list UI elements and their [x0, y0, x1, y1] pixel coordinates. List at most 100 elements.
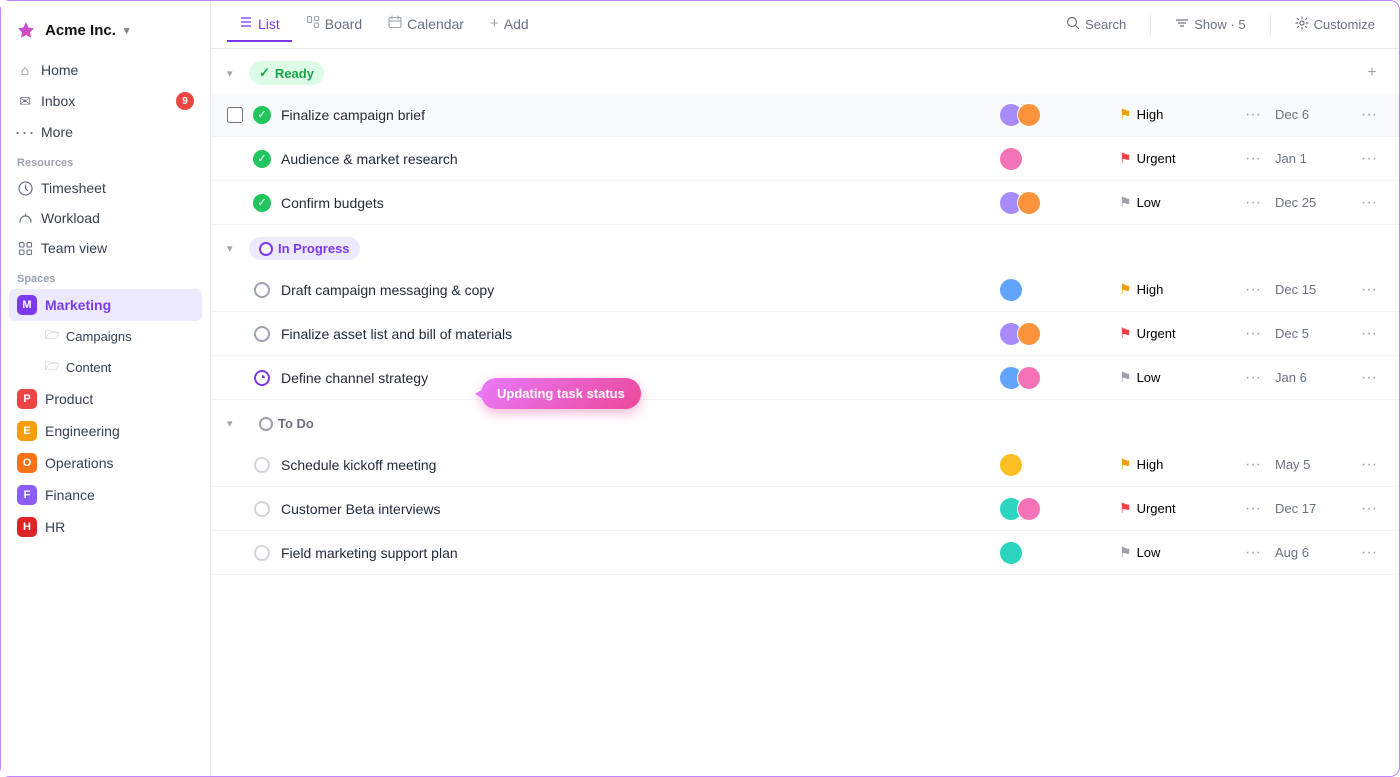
- ready-chevron[interactable]: ▾: [227, 67, 241, 80]
- task-more-t6[interactable]: ···: [1239, 369, 1267, 387]
- table-row[interactable]: Draft campaign messaging & copy ⚑ High ·…: [211, 268, 1399, 312]
- group-badge-in-progress[interactable]: In Progress: [249, 237, 360, 260]
- sidebar-item-home-label: Home: [41, 62, 78, 78]
- sidebar-item-more[interactable]: ··· More: [9, 117, 202, 147]
- inprogress-circle-icon: [259, 242, 273, 256]
- search-label: Search: [1085, 17, 1126, 32]
- task-avatars-t3: [999, 191, 1059, 215]
- avatar: [999, 453, 1023, 477]
- task-actions-t4[interactable]: ···: [1355, 281, 1383, 299]
- home-icon: ⌂: [17, 62, 33, 78]
- list-icon: [239, 15, 253, 32]
- todo-chevron[interactable]: ▾: [227, 417, 241, 430]
- app-chevron: ▾: [124, 24, 130, 37]
- task-status-circle9[interactable]: [253, 544, 271, 562]
- flag-icon: ⚑: [1119, 544, 1132, 561]
- task-status-open4[interactable]: [253, 281, 271, 299]
- task-checkbox-t1[interactable]: [227, 107, 243, 123]
- task-actions-t7[interactable]: ···: [1355, 456, 1383, 474]
- table-row[interactable]: ✓ Finalize campaign brief ⚑ High ··· Dec…: [211, 93, 1399, 137]
- table-row[interactable]: Customer Beta interviews ⚑ Urgent ··· De…: [211, 487, 1399, 531]
- task-actions-t9[interactable]: ···: [1355, 544, 1383, 562]
- task-actions-t1[interactable]: ···: [1355, 106, 1383, 124]
- sidebar-item-teamview[interactable]: Team view: [9, 233, 202, 263]
- sidebar-item-hr[interactable]: H HR: [9, 511, 202, 543]
- task-actions-t2[interactable]: ···: [1355, 150, 1383, 168]
- task-more-t7[interactable]: ···: [1239, 456, 1267, 474]
- task-status-done3[interactable]: ✓: [253, 194, 271, 212]
- task-more-t1[interactable]: ···: [1239, 106, 1267, 124]
- group-badge-ready[interactable]: ✓ Ready: [249, 61, 324, 85]
- priority-label-t8: Urgent: [1137, 501, 1176, 516]
- task-actions-t6[interactable]: ···: [1355, 369, 1383, 387]
- task-more-t9[interactable]: ···: [1239, 544, 1267, 562]
- task-status-done[interactable]: ✓: [253, 106, 271, 124]
- sidebar-item-marketing[interactable]: M Marketing: [9, 289, 202, 321]
- app-title: Acme Inc.: [45, 22, 116, 39]
- avatar: [999, 541, 1023, 565]
- table-row[interactable]: Field marketing support plan ⚑ Low ··· A…: [211, 531, 1399, 575]
- search-action[interactable]: Search: [1058, 12, 1134, 37]
- logo-icon: [15, 19, 37, 41]
- timesheet-icon: [17, 180, 33, 196]
- avatar: [999, 278, 1023, 302]
- show-label: Show · 5: [1194, 17, 1245, 32]
- tab-add[interactable]: + Add: [478, 7, 541, 42]
- workload-icon: [17, 210, 33, 226]
- sidebar-item-home[interactable]: ⌂ Home: [9, 55, 202, 85]
- task-status-circle8[interactable]: [253, 500, 271, 518]
- teamview-icon: [17, 240, 33, 256]
- sidebar-item-campaigns[interactable]: 🗁 Campaigns: [37, 321, 202, 352]
- task-more-t5[interactable]: ···: [1239, 325, 1267, 343]
- sidebar-item-finance[interactable]: F Finance: [9, 479, 202, 511]
- sidebar-item-engineering[interactable]: E Engineering: [9, 415, 202, 447]
- ready-add-button[interactable]: +: [1361, 62, 1383, 84]
- show-icon: [1175, 16, 1189, 33]
- marketing-badge: M: [17, 295, 37, 315]
- sidebar-item-timesheet[interactable]: Timesheet: [9, 173, 202, 203]
- tab-board[interactable]: Board: [294, 7, 374, 42]
- task-actions-t5[interactable]: ···: [1355, 325, 1383, 343]
- group-badge-to-do[interactable]: To Do: [249, 412, 324, 435]
- priority-label-t4: High: [1137, 282, 1164, 297]
- tab-calendar[interactable]: Calendar: [376, 7, 476, 42]
- inprogress-chevron[interactable]: ▾: [227, 242, 241, 255]
- app-logo[interactable]: Acme Inc. ▾: [1, 13, 210, 55]
- task-more-t8[interactable]: ···: [1239, 500, 1267, 518]
- table-row[interactable]: ✓ Confirm budgets ⚑ Low ··· Dec 25 ···: [211, 181, 1399, 225]
- task-more-t4[interactable]: ···: [1239, 281, 1267, 299]
- more-icon: ···: [17, 124, 33, 140]
- sidebar-item-inbox[interactable]: ✉ Inbox 9: [9, 85, 202, 117]
- customize-action[interactable]: Customize: [1287, 12, 1383, 37]
- task-actions-t8[interactable]: ···: [1355, 500, 1383, 518]
- task-status-open5[interactable]: [253, 325, 271, 343]
- content-folder-icon: 🗁: [45, 357, 60, 378]
- sidebar-item-operations[interactable]: O Operations: [9, 447, 202, 479]
- table-row[interactable]: Define channel strategy ⚑ Low ··· Jan 6 …: [211, 356, 1399, 400]
- show-action[interactable]: Show · 5: [1167, 12, 1253, 37]
- task-actions-t3[interactable]: ···: [1355, 194, 1383, 212]
- sidebar-item-workload[interactable]: Workload: [9, 203, 202, 233]
- sidebar-item-product[interactable]: P Product: [9, 383, 202, 415]
- spaces-list: M Marketing 🗁 Campaigns 🗁 Content P Prod…: [1, 289, 210, 543]
- sidebar-item-content[interactable]: 🗁 Content: [37, 352, 202, 383]
- table-row[interactable]: ✓ Audience & market research ⚑ Urgent ··…: [211, 137, 1399, 181]
- finance-label: Finance: [45, 487, 95, 503]
- task-date-t7: May 5: [1275, 457, 1355, 472]
- resources-nav: Timesheet Workload Team view: [1, 173, 210, 263]
- task-more-t2[interactable]: ···: [1239, 150, 1267, 168]
- topbar-tabs: List Board Calendar + Add: [227, 7, 1058, 42]
- tab-list[interactable]: List: [227, 7, 292, 42]
- engineering-label: Engineering: [45, 423, 120, 439]
- task-status-progress6[interactable]: [253, 369, 271, 387]
- task-avatars-t1: [999, 103, 1059, 127]
- task-date-t1: Dec 6: [1275, 107, 1355, 122]
- table-row[interactable]: Finalize asset list and bill of material…: [211, 312, 1399, 356]
- topbar: List Board Calendar + Add: [211, 1, 1399, 49]
- task-more-t3[interactable]: ···: [1239, 194, 1267, 212]
- task-status-done2[interactable]: ✓: [253, 150, 271, 168]
- sidebar-item-timesheet-label: Timesheet: [41, 180, 106, 196]
- task-priority-t4: ⚑ High: [1119, 281, 1239, 298]
- task-status-circle7[interactable]: [253, 456, 271, 474]
- table-row[interactable]: Schedule kickoff meeting ⚑ High ··· May …: [211, 443, 1399, 487]
